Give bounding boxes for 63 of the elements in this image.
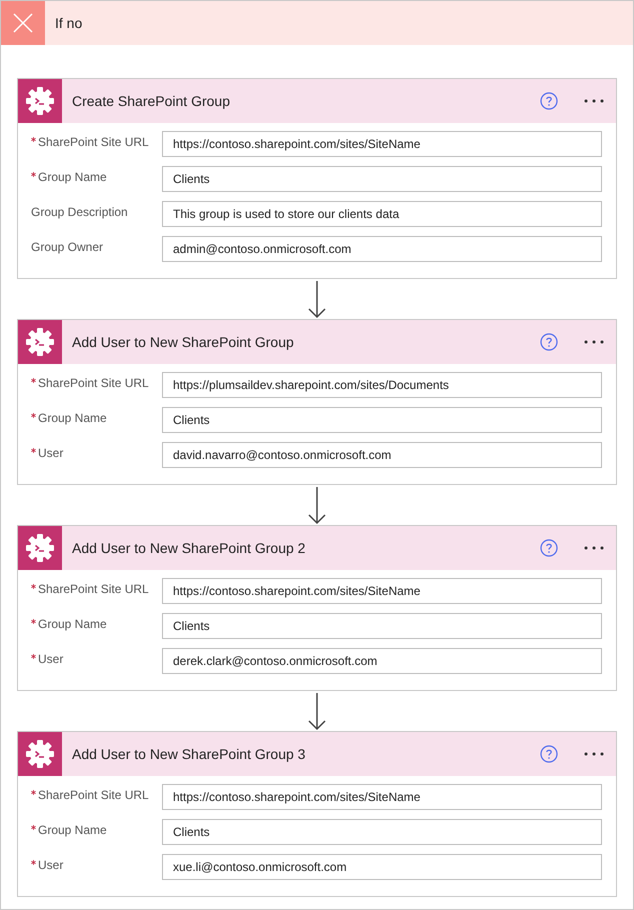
field-label: SharePoint Site URL xyxy=(38,787,149,804)
input-field[interactable]: https://contoso.sharepoint.com/sites/SiteName xyxy=(162,784,602,810)
close-button[interactable] xyxy=(1,1,45,45)
field-label: User xyxy=(38,857,64,874)
input-field[interactable]: Clients xyxy=(162,407,602,433)
required-icon xyxy=(31,619,36,624)
input-field[interactable]: This group is used to store our clients data xyxy=(162,201,602,227)
field-label: Group Description xyxy=(31,204,128,221)
input-field[interactable]: derek.clark@contoso.onmicrosoft.com xyxy=(162,648,602,674)
help-icon[interactable] xyxy=(540,539,558,557)
card-header[interactable]: Create SharePoint Group xyxy=(18,79,616,123)
more-icon[interactable] xyxy=(584,752,604,756)
field-label: Group Name xyxy=(38,410,107,427)
field-label: SharePoint Site URL xyxy=(38,375,149,392)
gear-icon xyxy=(25,327,55,357)
field-label: User xyxy=(38,445,64,462)
required-icon xyxy=(31,172,36,177)
required-icon xyxy=(31,378,36,383)
field-label: User xyxy=(38,651,64,668)
input-field[interactable]: david.navarro@contoso.onmicrosoft.com xyxy=(162,442,602,468)
field-label: Group Owner xyxy=(31,239,104,256)
gear-icon xyxy=(25,86,55,116)
more-icon[interactable] xyxy=(584,546,604,550)
field-label: Group Name xyxy=(38,616,107,633)
required-icon xyxy=(31,825,36,830)
required-icon xyxy=(31,584,36,589)
required-icon xyxy=(31,448,36,453)
action-title: Add User to New SharePoint Group 2 xyxy=(72,538,306,558)
required-icon xyxy=(31,413,36,418)
action-title: Add User to New SharePoint Group 3 xyxy=(72,744,306,764)
more-icon[interactable] xyxy=(584,340,604,344)
required-icon xyxy=(31,137,36,142)
required-icon xyxy=(31,654,36,659)
gear-icon xyxy=(25,533,55,563)
required-icon xyxy=(31,790,36,795)
field-label: SharePoint Site URL xyxy=(38,581,149,598)
input-field[interactable]: admin@contoso.onmicrosoft.com xyxy=(162,236,602,262)
gear-icon xyxy=(25,739,55,769)
branch-title: If no xyxy=(55,14,82,32)
help-icon[interactable] xyxy=(540,745,558,763)
card-header[interactable]: Add User to New SharePoint Group 2 xyxy=(18,526,616,570)
more-icon[interactable] xyxy=(584,99,604,103)
help-icon[interactable] xyxy=(540,333,558,351)
input-field[interactable]: xue.li@contoso.onmicrosoft.com xyxy=(162,854,602,880)
card-header[interactable]: Add User to New SharePoint Group xyxy=(18,320,616,364)
input-field[interactable]: Clients xyxy=(162,166,602,192)
required-icon xyxy=(31,860,36,865)
close-icon xyxy=(13,13,33,33)
action-title: Add User to New SharePoint Group xyxy=(72,332,295,352)
connector-arrow xyxy=(307,691,327,731)
input-field[interactable]: Clients xyxy=(162,613,602,639)
connector-arrow xyxy=(307,485,327,525)
input-field[interactable]: https://plumsaildev.sharepoint.com/sites/Documents xyxy=(162,372,602,398)
input-field[interactable]: https://contoso.sharepoint.com/sites/SiteName xyxy=(162,578,602,604)
field-label: SharePoint Site URL xyxy=(38,134,149,151)
card-header[interactable]: Add User to New SharePoint Group 3 xyxy=(18,732,616,776)
field-label: Group Name xyxy=(38,169,107,186)
action-title: Create SharePoint Group xyxy=(72,92,231,111)
connector-arrow xyxy=(307,279,327,319)
input-field[interactable]: https://contoso.sharepoint.com/sites/SiteName xyxy=(162,131,602,157)
help-icon[interactable] xyxy=(540,92,558,110)
input-field[interactable]: Clients xyxy=(162,819,602,845)
field-label: Group Name xyxy=(38,822,107,839)
